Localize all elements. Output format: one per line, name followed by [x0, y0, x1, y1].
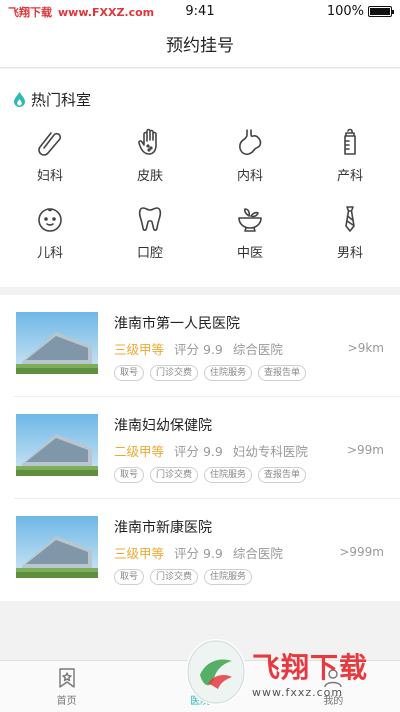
tab-home[interactable]: 首页 [0, 661, 133, 712]
hot-departments-title: 热门科室 [31, 91, 92, 109]
service-tags: 取号 门诊交费 住院服务 [114, 569, 253, 585]
mortar-icon [238, 208, 262, 232]
hospital-meta: 三级甲等 评分 9.9 综合医院 [114, 339, 283, 358]
service-tag[interactable]: 住院服务 [204, 467, 253, 483]
hot-departments-header: 热门科室 [14, 89, 91, 110]
hot-departments-section: 热门科室 妇科 皮肤 内科 产科 儿科 口腔 中医 男科 [0, 69, 400, 287]
department-item-tcm[interactable]: 中医 [200, 204, 300, 281]
battery-percent: 100% [326, 4, 364, 19]
stomach-icon [239, 129, 262, 156]
battery-icon [368, 6, 394, 17]
home-icon [58, 668, 75, 688]
status-right: 100% [326, 4, 394, 19]
hospital-name: 淮南妇幼保健院 [114, 418, 212, 434]
service-tag[interactable]: 取号 [114, 467, 145, 483]
department-label: 男科 [336, 246, 363, 261]
service-tag[interactable]: 门诊交费 [150, 569, 199, 585]
department-label: 内科 [236, 169, 263, 184]
page-title: 预约挂号 [0, 24, 400, 68]
hand-icon [138, 128, 157, 155]
necktie-icon [345, 206, 355, 232]
service-tag[interactable]: 住院服务 [204, 569, 253, 585]
watermark-text-block: 飞翔下载 www.fxxz.com [252, 646, 368, 699]
service-tag[interactable]: 查报告单 [258, 365, 307, 381]
hospital-type: 妇幼专科医院 [232, 444, 308, 459]
department-grid: 妇科 皮肤 内科 产科 儿科 口腔 中医 男科 [0, 127, 400, 281]
hospital-image [16, 312, 98, 374]
department-item-andrology[interactable]: 男科 [300, 204, 400, 281]
department-label: 中医 [236, 246, 263, 261]
department-label: 口腔 [136, 246, 163, 261]
service-tags: 取号 门诊交费 住院服务 查报告单 [114, 365, 307, 381]
service-tags: 取号 门诊交费 住院服务 查报告单 [114, 467, 307, 483]
hospital-name: 淮南市新康医院 [114, 520, 212, 536]
paperclip-icon [38, 132, 62, 156]
hospital-grade: 二级甲等 [114, 444, 165, 459]
service-tag[interactable]: 门诊交费 [150, 365, 199, 381]
hospital-card[interactable]: 淮南市新康医院 三级甲等 评分 9.9 综合医院 >999m 取号 门诊交费 住… [0, 499, 400, 601]
hospital-card[interactable]: 淮南市第一人民医院 三级甲等 评分 9.9 综合医院 >9km 取号 门诊交费 … [0, 295, 400, 397]
service-tag[interactable]: 取号 [114, 365, 145, 381]
hospital-meta: 二级甲等 评分 9.9 妇幼专科医院 [114, 441, 308, 460]
hospital-rating: 评分 9.9 [174, 444, 223, 459]
hospital-type: 综合医院 [232, 546, 283, 561]
department-item-obstetrics[interactable]: 产科 [300, 127, 400, 204]
department-label: 皮肤 [136, 169, 163, 184]
hospital-rating: 评分 9.9 [174, 546, 223, 561]
department-item-dental[interactable]: 口腔 [100, 204, 200, 281]
hospital-list: 淮南市第一人民医院 三级甲等 评分 9.9 综合医院 >9km 取号 门诊交费 … [0, 295, 400, 601]
tooth-icon [138, 207, 162, 232]
department-item-gynecology[interactable]: 妇科 [0, 127, 100, 204]
baby-bottle-icon [344, 128, 356, 155]
tab-label: 首页 [56, 696, 77, 707]
hospital-distance: >999m [339, 545, 384, 559]
hospital-grade: 三级甲等 [114, 342, 165, 357]
hospital-distance: >99m [346, 443, 384, 457]
watermark-logo [186, 639, 246, 705]
department-label: 妇科 [36, 169, 63, 184]
flame-icon [14, 92, 25, 107]
watermark-title: 飞翔下载 [252, 650, 369, 684]
hospital-name: 淮南市第一人民医院 [114, 316, 240, 332]
hospital-image [16, 516, 98, 578]
service-tag[interactable]: 门诊交费 [150, 467, 199, 483]
hospital-type: 综合医院 [232, 342, 283, 357]
watermark-url-text: www.fxxz.com [252, 685, 344, 699]
service-tag[interactable]: 住院服务 [204, 365, 253, 381]
department-item-internal-medicine[interactable]: 内科 [200, 127, 300, 204]
hospital-distance: >9km [347, 341, 384, 355]
service-tag[interactable]: 取号 [114, 569, 145, 585]
hospital-rating: 评分 9.9 [174, 342, 223, 357]
department-label: 儿科 [36, 246, 63, 261]
baby-face-icon [38, 208, 62, 232]
hospital-grade: 三级甲等 [114, 546, 165, 561]
hospital-meta: 三级甲等 评分 9.9 综合医院 [114, 543, 283, 562]
department-item-pediatrics[interactable]: 儿科 [0, 204, 100, 281]
hospital-image [16, 414, 98, 476]
department-item-dermatology[interactable]: 皮肤 [100, 127, 200, 204]
service-tag[interactable]: 查报告单 [258, 467, 307, 483]
hospital-card[interactable]: 淮南妇幼保健院 二级甲等 评分 9.9 妇幼专科医院 >99m 取号 门诊交费 … [0, 397, 400, 499]
status-bar: 飞翔下载 www.FXXZ.com 9:41 100% [0, 0, 400, 24]
department-label: 产科 [336, 169, 363, 184]
watermark-overlay: 飞翔下载 www.fxxz.com [186, 632, 400, 712]
